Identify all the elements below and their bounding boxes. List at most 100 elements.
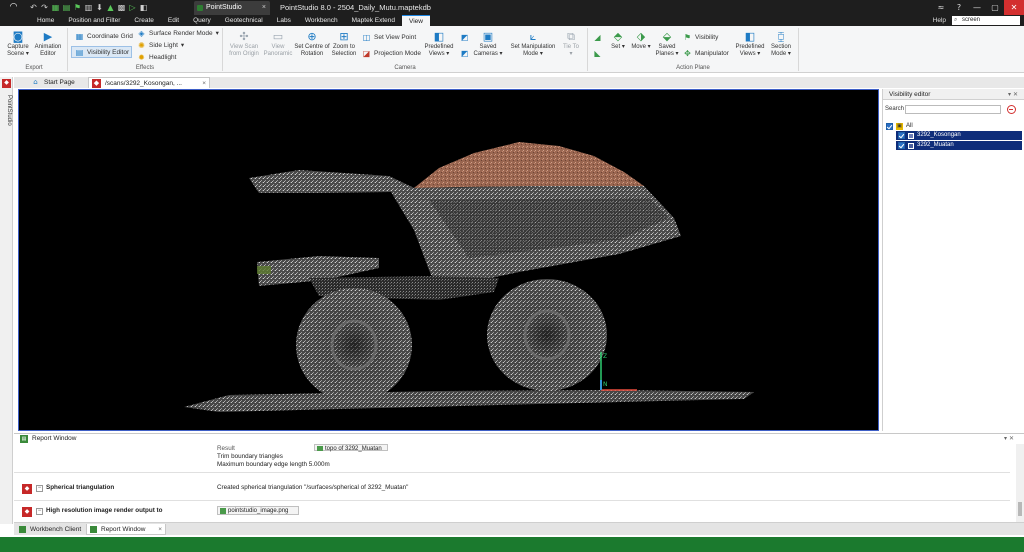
3d-viewport[interactable]: Z N bbox=[18, 89, 879, 431]
tab-view[interactable]: View bbox=[401, 15, 430, 26]
qat-tool-6-icon[interactable]: ▩ bbox=[117, 3, 126, 12]
panel-controls[interactable]: ▾ ✕ bbox=[1008, 89, 1018, 100]
coordinate-grid-button[interactable]: ▦ Coordinate Grid bbox=[74, 31, 133, 41]
image-file-chip[interactable]: pointstudio_image.png bbox=[217, 506, 299, 515]
left-sidebar-label[interactable]: PointStudio bbox=[1, 85, 12, 145]
tree-item-all[interactable]: ▣ All bbox=[886, 122, 1022, 131]
grid-icon: ▦ bbox=[75, 31, 84, 41]
tab-home[interactable]: Home bbox=[30, 15, 61, 26]
result-chip[interactable]: topo of 3292_Muatan bbox=[314, 444, 388, 452]
window-controls: ≈ ? — ▢ ✕ bbox=[932, 0, 1024, 15]
connect-icon[interactable]: ≈ bbox=[932, 0, 950, 15]
maximize-button[interactable]: ▢ bbox=[986, 0, 1004, 15]
tab-edit[interactable]: Edit bbox=[161, 15, 186, 26]
surface-render-mode-button[interactable]: ◈ Surface Render Mode ▾ bbox=[136, 28, 219, 38]
collapse-icon[interactable]: − bbox=[36, 508, 43, 515]
set-plane-button[interactable]: ⬘ Set ▾ bbox=[608, 30, 628, 51]
tab-maptek-extend[interactable]: Maptek Extend bbox=[345, 15, 402, 26]
set-view-point-button[interactable]: ◫ Set View Point bbox=[361, 32, 416, 42]
close-button[interactable]: ✕ bbox=[1004, 0, 1024, 15]
axis-gizmo: Z N bbox=[600, 352, 637, 391]
set-centre-of-rotation-button[interactable]: ⊕ Set Centre of Rotation bbox=[294, 30, 330, 58]
report-scrollbar[interactable] bbox=[1016, 444, 1024, 522]
checkbox[interactable] bbox=[898, 132, 905, 139]
scrollbar-thumb[interactable] bbox=[1018, 502, 1022, 516]
ribbon: ◙ Capture Scene ▾ ▶ Animation Editor Exp… bbox=[0, 26, 1024, 73]
app-logo-icon[interactable]: ◠ bbox=[0, 0, 27, 15]
vscode-icon[interactable]: ◧ bbox=[139, 3, 148, 12]
tab-labs[interactable]: Labs bbox=[270, 15, 298, 26]
visibility-search-input[interactable] bbox=[905, 105, 1001, 114]
predefined-views-button[interactable]: ◧ Predefined Views ▾ bbox=[421, 30, 457, 58]
download-icon[interactable]: ⬇ bbox=[95, 3, 104, 12]
tie-to-button[interactable]: ⧉ Tie To ▾ bbox=[561, 30, 581, 58]
app-tab-pointstudio[interactable]: PointStudio × bbox=[194, 1, 270, 15]
redo-icon[interactable]: ↷ bbox=[40, 3, 49, 12]
minimize-button[interactable]: — bbox=[968, 0, 986, 15]
projection-mode-button[interactable]: ◪ Projection Mode bbox=[361, 48, 421, 58]
section-mode-button[interactable]: ⧮ Section Mode ▾ bbox=[767, 30, 795, 58]
qat-tool-1-icon[interactable]: ▦ bbox=[51, 3, 60, 12]
left-sidebar: ◆ PointStudio bbox=[0, 77, 13, 524]
tab-scan-view[interactable]: ◆ /scans/3292_Kosongan, ... × bbox=[88, 77, 210, 88]
predefined-views-label: Predefined Views ▾ bbox=[424, 44, 454, 57]
predefined-views-plane-button[interactable]: ◧ Predefined Views ▾ bbox=[733, 30, 767, 58]
checkbox[interactable] bbox=[886, 123, 893, 130]
qat-tool-7-icon[interactable]: ▷ bbox=[128, 3, 137, 12]
tab-workbench-client[interactable]: Workbench Client bbox=[16, 524, 84, 535]
tab-query[interactable]: Query bbox=[186, 15, 218, 26]
visibility-editor-title: Visibility editor bbox=[889, 91, 931, 98]
close-tab-icon[interactable]: × bbox=[158, 524, 162, 535]
side-light-button[interactable]: ✺ Side Light ▾ bbox=[136, 40, 184, 50]
plane-small-2[interactable]: ◣ bbox=[592, 48, 605, 58]
move-plane-button[interactable]: ⬗ Move ▾ bbox=[630, 30, 652, 51]
undo-icon[interactable]: ↶ bbox=[29, 3, 38, 12]
tab-report-window[interactable]: Report Window × bbox=[86, 524, 166, 535]
tab-create[interactable]: Create bbox=[127, 15, 161, 26]
qat-tool-3-icon[interactable]: ⚑ bbox=[73, 3, 82, 12]
collapse-icon[interactable]: − bbox=[36, 485, 43, 492]
workbench-icon bbox=[19, 526, 26, 533]
axes-icon: ⟀ bbox=[529, 30, 537, 43]
visibility-editor-button[interactable]: ▤ Visibility Editor bbox=[74, 47, 129, 57]
close-tab-icon[interactable]: × bbox=[262, 1, 266, 15]
tab-workbench[interactable]: Workbench bbox=[298, 15, 345, 26]
report-entry-message: Created spherical triangulation "/surfac… bbox=[217, 484, 409, 491]
saved-planes-button[interactable]: ⬙ Saved Planes ▾ bbox=[654, 30, 680, 58]
help-icon[interactable]: ? bbox=[950, 0, 968, 15]
set-manipulation-mode-label: Set Manipulation Mode ▾ bbox=[510, 44, 556, 57]
home-icon: ⌂ bbox=[33, 78, 38, 86]
camera-small-icon: ◩ bbox=[460, 48, 469, 58]
search-input[interactable]: ⌕ screen bbox=[952, 16, 1020, 25]
set-manipulation-mode-button[interactable]: ⟀ Set Manipulation Mode ▾ bbox=[506, 30, 560, 58]
panel-controls[interactable]: ▾ ✕ bbox=[1004, 434, 1014, 444]
checkbox[interactable] bbox=[898, 142, 905, 149]
tree-item-muatan[interactable]: 3292_Muatan bbox=[896, 141, 1022, 150]
tree-item-kosongan[interactable]: 3292_Kosongan bbox=[896, 131, 1022, 140]
visibility-button[interactable]: ⚑ Visibility bbox=[682, 32, 718, 42]
capture-scene-button[interactable]: ◙ Capture Scene ▾ bbox=[4, 30, 32, 58]
view-panoramic-button[interactable]: ▭ View Panoramic bbox=[263, 30, 293, 58]
headlight-button[interactable]: ✹ Headlight bbox=[136, 52, 176, 62]
tab-geotechnical[interactable]: Geotechnical bbox=[218, 15, 270, 26]
app-tab-label: PointStudio bbox=[206, 4, 242, 11]
plane-small-1[interactable]: ◢ bbox=[592, 32, 605, 42]
qat-tool-5-icon[interactable]: ▲ bbox=[106, 3, 115, 12]
qat-tool-2-icon[interactable]: ▤ bbox=[62, 3, 71, 12]
tab-start-page[interactable]: ⌂ Start Page bbox=[28, 77, 88, 88]
help-link[interactable]: Help bbox=[933, 15, 946, 26]
zoom-to-selection-button[interactable]: ⊞ Zoom to Selection bbox=[330, 30, 358, 58]
view-scan-from-origin-button[interactable]: ✣ View Scan from Origin bbox=[225, 30, 263, 58]
report-entry-icon: ◆ bbox=[22, 507, 32, 517]
ribbon-separator bbox=[222, 28, 223, 71]
close-tab-icon[interactable]: × bbox=[202, 78, 206, 89]
clear-search-icon[interactable] bbox=[1007, 105, 1016, 114]
visibility-editor-header: Visibility editor ▾ ✕ bbox=[883, 89, 1024, 100]
zoom-icon: ⊞ bbox=[339, 30, 349, 43]
manipulator-button[interactable]: ✥ Manipulator bbox=[682, 48, 729, 58]
chevron-down-icon: ▾ bbox=[215, 30, 219, 37]
animation-editor-button[interactable]: ▶ Animation Editor bbox=[33, 30, 63, 58]
saved-cameras-button[interactable]: ▣ Saved Cameras ▾ bbox=[471, 30, 505, 58]
tab-position-and-filter[interactable]: Position and Filter bbox=[61, 15, 127, 26]
qat-tool-4-icon[interactable]: ▥ bbox=[84, 3, 93, 12]
